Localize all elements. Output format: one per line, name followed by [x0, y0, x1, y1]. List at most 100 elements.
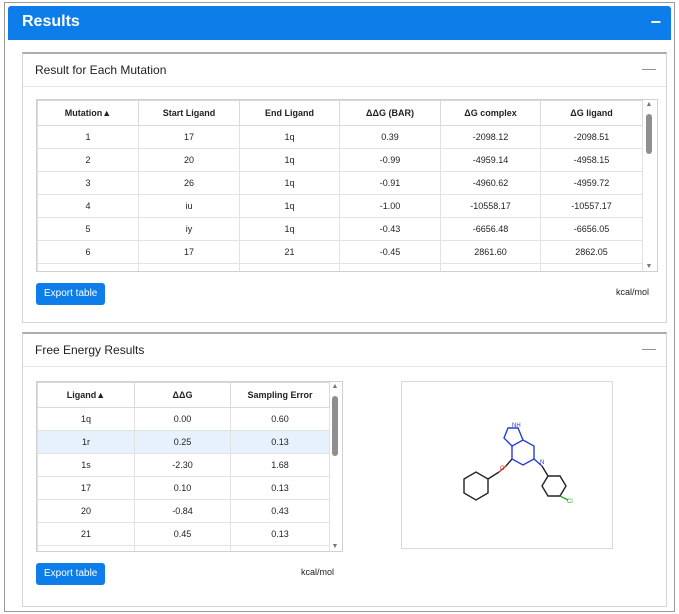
table-cell: 0.13	[230, 545, 330, 551]
table-cell: 1.68	[230, 453, 330, 477]
column-header[interactable]: End Ligand	[239, 100, 340, 126]
mutation-table: Mutation▲ Start Ligand End Ligand ΔΔG (BAR)…	[37, 100, 643, 271]
table-cell: 1q	[239, 125, 340, 149]
table-row[interactable]: 4 iu 1q -1.00 -10558.17 -10557.17	[37, 194, 643, 218]
free-energy-table: Ligand▲ ΔΔG Sampling Error 1q 0.00 0.60 1r 0.2…	[37, 382, 330, 551]
table-cell: 17	[138, 240, 240, 264]
atom-cl-label: Cl	[567, 499, 573, 505]
table-cell: iu	[138, 194, 240, 218]
table-cell: 0.45	[134, 522, 231, 546]
table-cell: -10557.17	[540, 194, 643, 218]
column-header[interactable]: Mutation▲	[37, 100, 139, 126]
table-cell: 1	[37, 125, 139, 149]
atom-nh-label: NH	[512, 423, 521, 429]
table-row[interactable]: 21 0.45 0.13	[37, 522, 330, 546]
purine-ring	[511, 439, 535, 466]
unit-label: kcal/mol	[616, 287, 650, 297]
table-cell: 0.13	[230, 430, 330, 454]
table-cell: 21	[37, 522, 135, 546]
table-row[interactable]: 1 17 1q 0.39 -2098.12 -2098.51	[37, 125, 643, 149]
table-row[interactable]: 1s -2.30 1.68	[37, 453, 330, 477]
table-cell: iy	[138, 217, 240, 241]
scroll-down-icon[interactable]: ▼	[330, 543, 340, 550]
scroll-thumb[interactable]	[646, 114, 652, 154]
table-row[interactable]: 5 iy 1q -0.43 -6656.48 -6656.05	[37, 217, 643, 241]
table-cell: 0.10	[134, 476, 231, 500]
molecule-viewer[interactable]: O NH N Cl	[401, 381, 613, 549]
table-cell: 1q	[239, 171, 340, 195]
table-cell: -6656.05	[540, 217, 643, 241]
table-cell: -1.00	[339, 194, 441, 218]
table-cell: 0.10	[134, 545, 231, 551]
table-cell: -0.42	[339, 263, 441, 271]
atom-n-label: N	[540, 460, 544, 466]
mutation-table-scrollbar[interactable]: ▲ ▼	[644, 100, 654, 271]
table-cell: 1q	[239, 217, 340, 241]
column-header[interactable]: Sampling Error	[230, 382, 330, 408]
table-cell: 0.13	[230, 476, 330, 500]
table-row[interactable]: 1q 0.00 0.60	[37, 407, 330, 431]
minus-icon[interactable]: —	[642, 60, 656, 76]
table-cell: 5	[37, 217, 139, 241]
mutation-panel: Result for Each Mutation — Mutation▲ Star…	[22, 52, 667, 323]
table-cell: 22	[239, 263, 340, 271]
table-cell: 2226.77	[540, 263, 643, 271]
table-cell: 17	[138, 125, 240, 149]
column-header[interactable]: ΔΔG	[134, 382, 231, 408]
export-table-button[interactable]: Export table	[36, 283, 106, 305]
scroll-up-icon[interactable]: ▲	[644, 101, 654, 108]
atom-o-label: O	[500, 466, 505, 472]
scroll-thumb[interactable]	[332, 396, 338, 456]
table-cell: -0.84	[134, 499, 231, 523]
table-cell: -2.30	[134, 453, 231, 477]
table-cell: -2098.12	[440, 125, 541, 149]
unit-label: kcal/mol	[301, 567, 335, 577]
table-cell: 1r	[37, 430, 135, 454]
table-row[interactable]: 2 20 1q -0.99 -4959.14 -4958.15	[37, 148, 643, 172]
scroll-down-icon[interactable]: ▼	[644, 263, 654, 270]
table-row[interactable]: 20 -0.84 0.43	[37, 499, 330, 523]
table-row[interactable]: 1r 0.25 0.13	[37, 430, 330, 454]
table-row[interactable]: 17 0.10 0.13	[37, 476, 330, 500]
table-cell: 7	[37, 263, 139, 271]
minus-icon[interactable]: −	[650, 12, 661, 33]
scroll-up-icon[interactable]: ▲	[330, 383, 340, 390]
table-row[interactable]: 220.100.13	[37, 545, 330, 551]
table-cell: -4959.72	[540, 171, 643, 195]
table-cell: 26	[138, 171, 240, 195]
mutation-table-container[interactable]: Mutation▲ Start Ligand End Ligand ΔΔG (BAR)…	[36, 99, 658, 272]
free-energy-table-scrollbar[interactable]: ▲ ▼	[330, 382, 340, 551]
column-header[interactable]: ΔG ligand	[540, 100, 643, 126]
table-row[interactable]: 6 17 21 -0.45 2861.60 2862.05	[37, 240, 643, 264]
free-energy-panel-header: Free Energy Results —	[23, 334, 666, 367]
column-header[interactable]: ΔΔG (BAR)	[339, 100, 441, 126]
table-row[interactable]: 71722-0.422226.352226.77	[37, 263, 643, 271]
table-cell: 2861.60	[440, 240, 541, 264]
table-cell: -2098.51	[540, 125, 643, 149]
table-cell: 22	[37, 545, 135, 551]
mutation-panel-title: Result for Each Mutation	[35, 63, 167, 77]
table-cell: -4958.15	[540, 148, 643, 172]
column-header[interactable]: ΔG complex	[440, 100, 541, 126]
table-cell: 3	[37, 171, 139, 195]
table-cell: 1q	[37, 407, 135, 431]
free-energy-table-container[interactable]: Ligand▲ ΔΔG Sampling Error 1q 0.00 0.60 1r 0.2…	[36, 381, 343, 552]
column-header[interactable]: Ligand▲	[37, 382, 135, 408]
table-row[interactable]: 3 26 1q -0.91 -4960.62 -4959.72	[37, 171, 643, 195]
table-cell: 1q	[239, 194, 340, 218]
table-cell: 2226.35	[440, 263, 541, 271]
table-cell: 20	[138, 148, 240, 172]
table-cell: -0.43	[339, 217, 441, 241]
table-cell: 0.13	[230, 522, 330, 546]
table-cell: -0.45	[339, 240, 441, 264]
export-table-button[interactable]: Export table	[36, 563, 106, 585]
mutation-panel-header: Result for Each Mutation —	[23, 54, 666, 87]
minus-icon[interactable]: —	[642, 340, 656, 356]
table-cell: 17	[138, 263, 240, 271]
column-header[interactable]: Start Ligand	[138, 100, 240, 126]
table-cell: 2	[37, 148, 139, 172]
results-header[interactable]: Results −	[8, 6, 671, 40]
free-energy-panel: Free Energy Results — Ligand▲ ΔΔG Sampling…	[22, 332, 667, 607]
results-frame: Results − Result for Each Mutation — Mut…	[4, 2, 675, 612]
table-cell: 2862.05	[540, 240, 643, 264]
